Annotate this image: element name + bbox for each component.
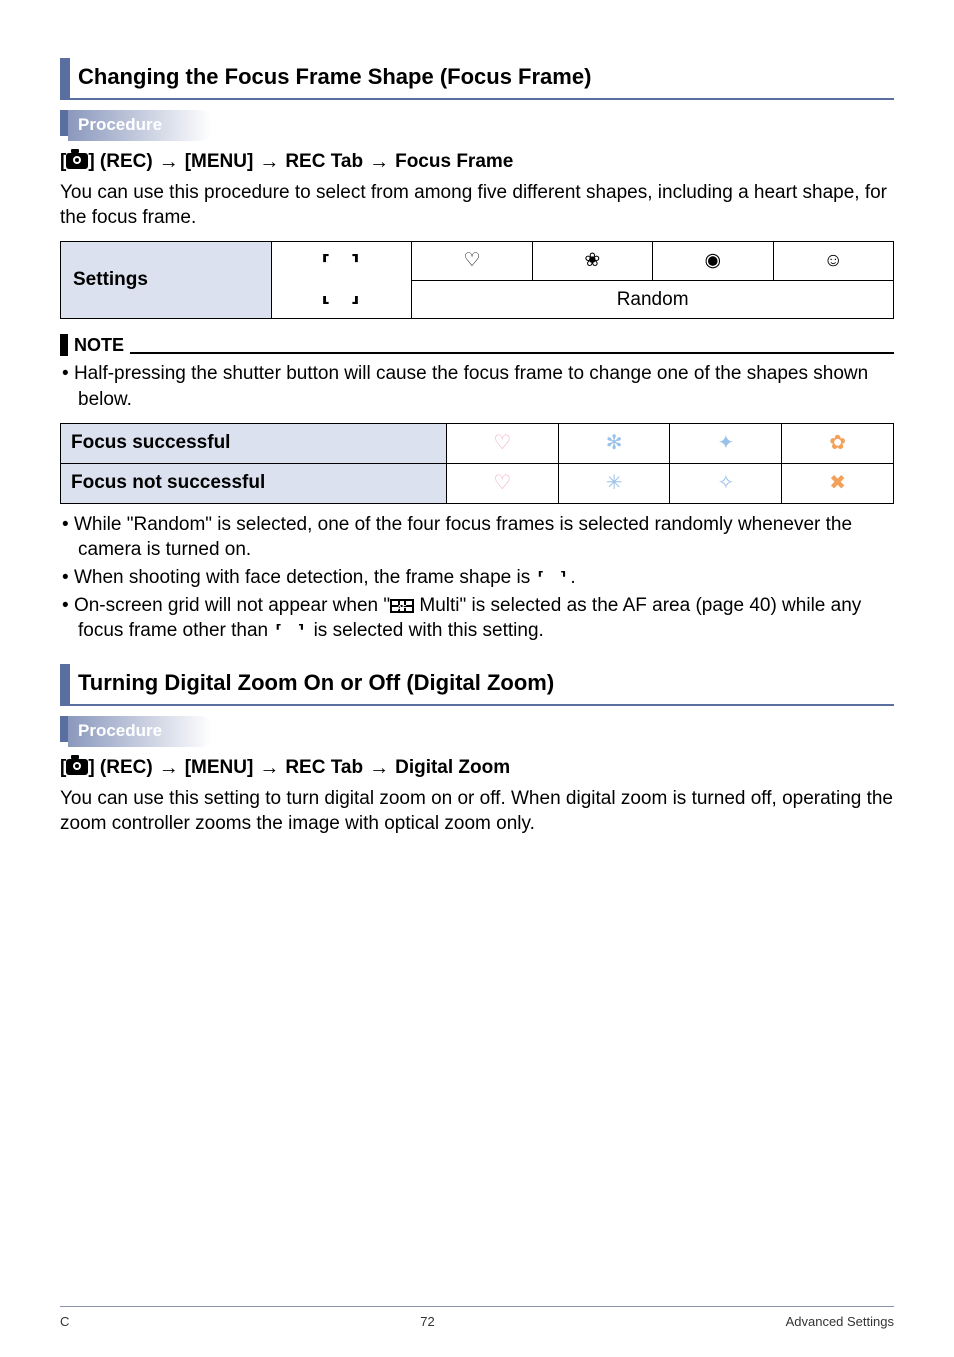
arrow-icon: → [159,755,179,782]
focus-s-4: ✿ [782,423,894,463]
heading-accent [60,58,70,98]
focus-s-3: ✦ [670,423,782,463]
arrow-icon: → [259,149,279,176]
camera-shape-icon: ◉ [653,241,773,280]
section1-title: Changing the Focus Frame Shape (Focus Fr… [78,58,591,98]
arrow-icon: → [369,149,389,176]
random-cell: Random [412,280,894,319]
focus-f-3: ✧ [670,463,782,503]
page-footer: C 72 Advanced Settings [60,1306,894,1331]
arrow-icon: → [369,755,389,782]
note-bullet-2: While "Random" is selected, one of the f… [62,512,894,563]
person-icon: ☺ [773,241,893,280]
arrow-icon: → [159,149,179,176]
note-rule [130,352,894,354]
focus-s-1: ♡ [447,423,559,463]
note-bullet-3: When shooting with face detection, the f… [62,565,894,591]
section1-intro: You can use this procedure to select fro… [60,180,894,231]
grid-af-icon [390,599,414,613]
footer-page: 72 [420,1313,434,1331]
note-list-1: Half-pressing the shutter button will ca… [62,361,894,412]
note-bullet-1: Half-pressing the shutter button will ca… [62,361,894,412]
settings-table: Settings ⸢ ⸣⸤ ⸥ ♡ ❀ ◉ ☺ Random [60,241,894,319]
note-bullet-4: On-screen grid will not appear when " Mu… [62,593,894,644]
focus-s-2: ✻ [558,423,670,463]
heading-accent [60,664,70,704]
focus-f-1: ♡ [447,463,559,503]
bracket-frame-cell: ⸢ ⸣⸤ ⸥ [271,241,412,318]
procedure-accent [60,110,68,136]
menu-path-2: [] (REC) → [MENU] → REC Tab → Digital Zo… [60,755,894,782]
footer-left: C [60,1313,69,1331]
settings-label-cell: Settings [61,241,272,318]
heart-icon: ♡ [412,241,532,280]
procedure-accent [60,716,68,742]
camera-icon [66,153,88,169]
focus-result-table: Focus successful ♡ ✻ ✦ ✿ Focus not succe… [60,423,894,504]
procedure-block-2: Procedure [60,716,894,747]
footer-right: Advanced Settings [786,1313,894,1331]
section2-heading: Turning Digital Zoom On or Off (Digital … [60,664,894,706]
focus-f-4: ✖ [782,463,894,503]
procedure-label: Procedure [68,110,212,141]
procedure-label: Procedure [68,716,212,747]
note-list-2: While "Random" is selected, one of the f… [62,512,894,644]
focus-success-label: Focus successful [61,423,447,463]
section1-heading: Changing the Focus Frame Shape (Focus Fr… [60,58,894,100]
flower-icon: ❀ [532,241,652,280]
note-heading: NOTE [60,333,894,357]
camera-icon [66,759,88,775]
menu-path-1: [] (REC) → [MENU] → REC Tab → Focus Fram… [60,149,894,176]
arrow-icon: → [259,755,279,782]
focus-fail-label: Focus not successful [61,463,447,503]
focus-f-2: ✳ [558,463,670,503]
note-label: NOTE [74,333,124,357]
section2-title: Turning Digital Zoom On or Off (Digital … [78,664,554,704]
procedure-block-1: Procedure [60,110,894,141]
note-accent [60,334,68,356]
section2-intro: You can use this setting to turn digital… [60,786,894,837]
